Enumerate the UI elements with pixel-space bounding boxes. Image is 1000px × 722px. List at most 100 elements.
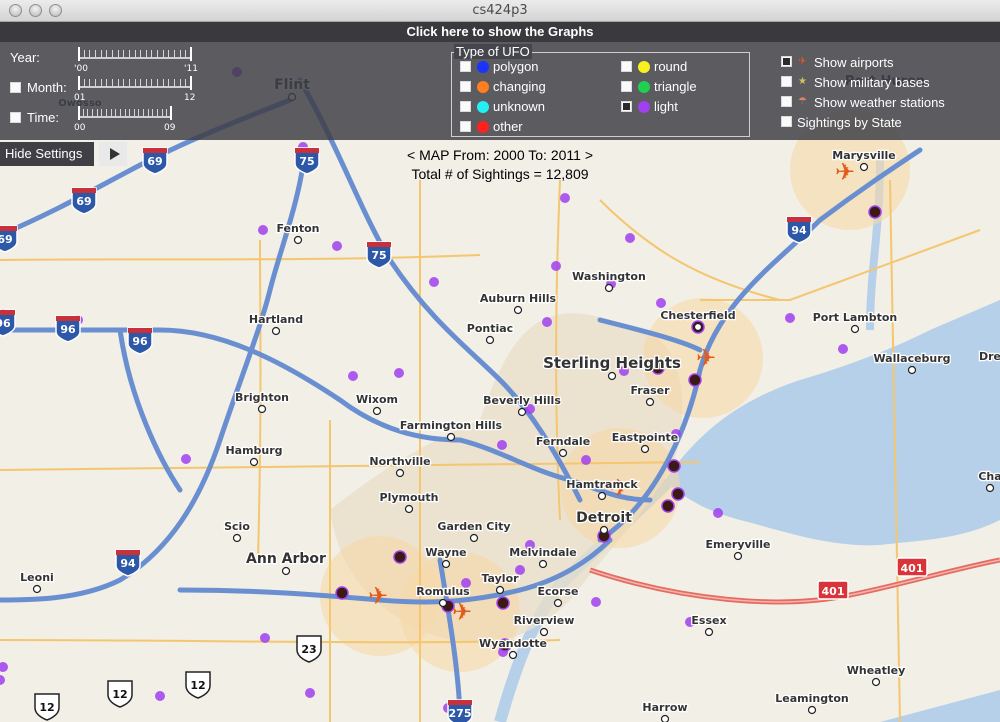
- city-label: Detroit: [576, 510, 632, 526]
- svg-text:69: 69: [0, 233, 13, 246]
- city-dot: [599, 525, 609, 535]
- hide-settings-button[interactable]: Hide Settings: [0, 142, 94, 166]
- time-start-handle[interactable]: [78, 106, 80, 120]
- year-end-handle[interactable]: [190, 47, 192, 61]
- svg-text:69: 69: [76, 195, 91, 208]
- month-label: Month:: [27, 80, 67, 95]
- city-dot: [404, 504, 414, 514]
- city-label: Taylor: [481, 572, 519, 585]
- sighting-marker[interactable]: [656, 298, 666, 308]
- layer-checkbox-0[interactable]: [781, 56, 792, 67]
- sighting-cluster[interactable]: [868, 205, 882, 219]
- month-slider[interactable]: [78, 76, 192, 98]
- layer-checkbox-3[interactable]: [781, 116, 792, 127]
- sighting-marker[interactable]: [497, 440, 507, 450]
- time-slider[interactable]: [78, 106, 172, 128]
- play-button[interactable]: [99, 142, 127, 166]
- sighting-marker[interactable]: [838, 344, 848, 354]
- sighting-marker[interactable]: [625, 233, 635, 243]
- time-checkbox[interactable]: [10, 112, 21, 123]
- city-label: Plymouth: [380, 491, 439, 504]
- sighting-cluster[interactable]: [393, 550, 407, 564]
- sighting-cluster[interactable]: [335, 586, 349, 600]
- ufo-type-checkbox-light[interactable]: [621, 101, 632, 112]
- total-sightings: Total # of Sightings = 12,809: [411, 166, 589, 182]
- settings-panel: Year: '00 '11 Month: 01 12 Time: 00 09 T…: [0, 42, 1000, 166]
- month-start-handle[interactable]: [78, 76, 80, 90]
- sighting-marker[interactable]: [348, 371, 358, 381]
- ufo-type-checkbox-polygon[interactable]: [460, 61, 471, 72]
- month-end-handle[interactable]: [190, 76, 192, 90]
- airport-icon[interactable]: ✈: [696, 345, 716, 372]
- ufo-color-swatch: [477, 121, 489, 133]
- weather-station-icon: ☂: [798, 96, 807, 107]
- road-shield: 23: [296, 635, 322, 663]
- city-dot: [271, 326, 281, 336]
- sighting-marker[interactable]: [181, 454, 191, 464]
- sighting-cluster[interactable]: [667, 459, 681, 473]
- layer-checkbox-2[interactable]: [781, 96, 792, 107]
- city-dot: [660, 714, 670, 722]
- sighting-cluster[interactable]: [688, 373, 702, 387]
- show-graphs-bar[interactable]: Click here to show the Graphs: [0, 22, 1000, 42]
- year-slider[interactable]: [78, 47, 192, 69]
- slider-tick: [145, 79, 147, 87]
- ufo-type-checkbox-round[interactable]: [621, 61, 632, 72]
- time-end-handle[interactable]: [170, 106, 172, 120]
- layer-checkbox-1[interactable]: [781, 76, 792, 87]
- ufo-type-checkbox-other[interactable]: [460, 121, 471, 132]
- sighting-marker[interactable]: [591, 597, 601, 607]
- sighting-cluster[interactable]: [671, 487, 685, 501]
- sighting-marker[interactable]: [581, 455, 591, 465]
- sighting-marker[interactable]: [560, 193, 570, 203]
- sighting-marker[interactable]: [258, 225, 268, 235]
- city-label: Emeryville: [706, 538, 771, 551]
- road-shield: 96: [55, 315, 81, 343]
- road-shield: 12: [107, 680, 133, 708]
- sighting-marker[interactable]: [305, 688, 315, 698]
- slider-tick: [179, 79, 181, 87]
- city-label: Essex: [691, 614, 726, 627]
- city-label: Wyandotte: [479, 637, 547, 650]
- ufo-color-swatch: [638, 81, 650, 93]
- slider-tick: [179, 50, 181, 58]
- sighting-marker[interactable]: [429, 277, 439, 287]
- city-dot: [517, 407, 527, 417]
- sighting-cluster[interactable]: [661, 499, 675, 513]
- map-date-range[interactable]: < MAP From: 2000 To: 2011 >: [0, 147, 1000, 163]
- slider-tick: [124, 109, 126, 117]
- month-checkbox[interactable]: [10, 82, 21, 93]
- airport-icon[interactable]: ✈: [452, 599, 472, 626]
- sighting-marker[interactable]: [394, 368, 404, 378]
- sighting-marker[interactable]: [713, 508, 723, 518]
- city-label: Eastpointe: [612, 431, 679, 444]
- ufo-type-checkbox-unknown[interactable]: [460, 101, 471, 112]
- sighting-marker[interactable]: [332, 241, 342, 251]
- ufo-type-label: light: [654, 99, 678, 114]
- ufo-type-checkbox-changing[interactable]: [460, 81, 471, 92]
- svg-text:75: 75: [371, 249, 386, 262]
- slider-tick: [101, 109, 103, 117]
- layer-toggle-label: Show military bases: [814, 75, 930, 90]
- layer-toggle-label: Sightings by State: [797, 115, 902, 130]
- svg-text:401: 401: [901, 562, 924, 575]
- airport-icon[interactable]: ✈: [368, 583, 388, 610]
- slider-tick: [111, 50, 113, 58]
- sighting-marker[interactable]: [260, 633, 270, 643]
- city-dot: [607, 371, 617, 381]
- sighting-marker[interactable]: [542, 317, 552, 327]
- city-label: Ferndale: [536, 435, 590, 448]
- road-shield: 12: [185, 671, 211, 699]
- sighting-marker[interactable]: [551, 261, 561, 271]
- sighting-marker[interactable]: [155, 691, 165, 701]
- sighting-cluster[interactable]: [496, 596, 510, 610]
- ufo-sightings-map[interactable]: ✈✈✈✈✈ FlintOwossoPort HuronMarysvilleFen…: [0, 42, 1000, 722]
- slider-tick: [129, 109, 131, 117]
- slider-tick: [91, 109, 93, 117]
- road-shield: 94: [786, 216, 812, 244]
- year-start-handle[interactable]: [78, 47, 80, 61]
- sighting-marker[interactable]: [785, 313, 795, 323]
- city-dot: [558, 448, 568, 458]
- ufo-type-checkbox-triangle[interactable]: [621, 81, 632, 92]
- ufo-type-title: Type of UFO: [454, 44, 532, 59]
